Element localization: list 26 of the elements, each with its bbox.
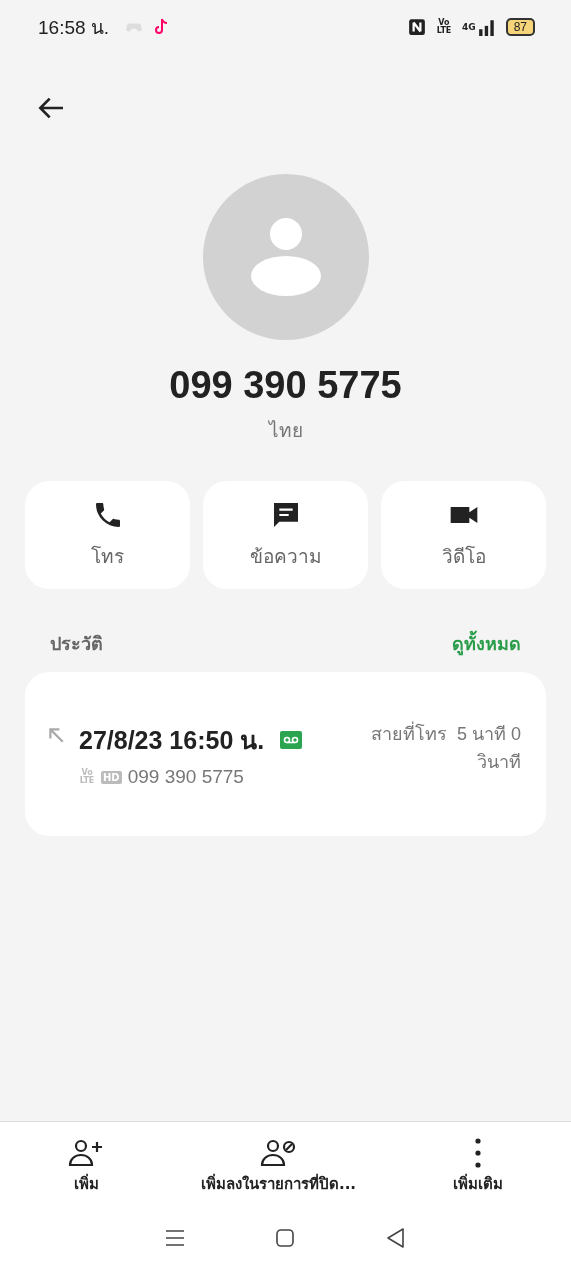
location-label: ไทย — [268, 418, 303, 443]
call-number: 099 390 5775 — [127, 766, 244, 788]
volte-label: Vo LTE — [79, 769, 95, 785]
hd-badge: HD — [101, 770, 122, 784]
history-title: ประวัติ — [50, 632, 103, 656]
toolbar-button[interactable]: เพิ่มเติม — [452, 1138, 503, 1196]
avatar-icon — [202, 174, 369, 340]
action-button[interactable]: โทร — [25, 481, 190, 589]
status-time: 16:58 น. — [38, 16, 110, 40]
call-datetime: 27/8/23 16:50 น. — [79, 725, 265, 756]
block-person-icon — [260, 1138, 297, 1168]
battery-indicator: 87 — [505, 18, 535, 36]
nfc-icon — [408, 18, 426, 36]
toolbar-button[interactable]: เพิ่มลงในรายการที่ปิด... — [200, 1138, 357, 1196]
network-label: 4G — [462, 22, 476, 32]
action-button[interactable]: วิดีโอ — [381, 481, 546, 589]
add-person-icon — [68, 1138, 105, 1168]
more-icon — [474, 1138, 481, 1168]
volte-label: Vo LTE — [436, 19, 452, 35]
action-button[interactable]: ข้อความ — [203, 481, 368, 589]
toolbar-button[interactable]: เพิ่ม — [68, 1138, 105, 1196]
outgoing-arrow-icon — [47, 726, 65, 744]
call-info: สายที่โทร 5 นาที 0 วินาที — [361, 720, 521, 776]
signal-icon — [477, 18, 496, 36]
see-all-link[interactable]: ดูทั้งหมด — [452, 629, 521, 658]
phone-number: 099 390 5775 — [169, 364, 402, 407]
